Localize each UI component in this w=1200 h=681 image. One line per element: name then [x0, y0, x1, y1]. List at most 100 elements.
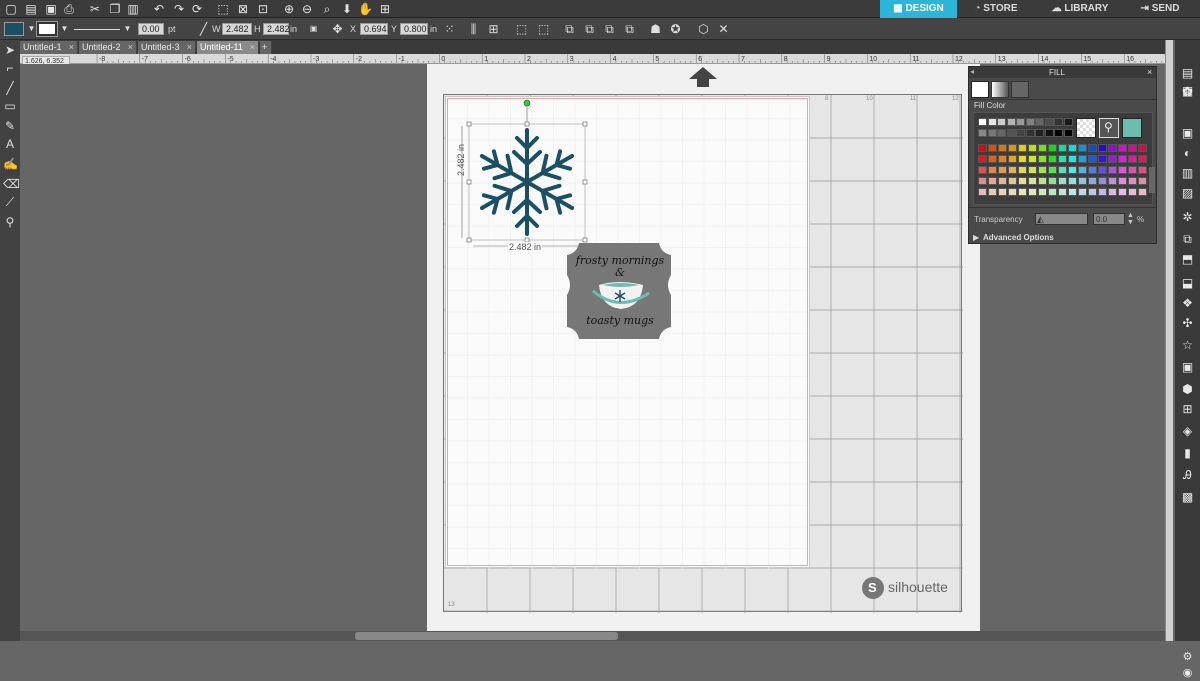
color-swatch[interactable]: [1018, 166, 1027, 174]
color-swatch[interactable]: [1118, 177, 1127, 185]
color-swatch[interactable]: [1138, 144, 1147, 152]
text-tool-icon[interactable]: A: [3, 136, 17, 152]
x-position-input[interactable]: 0.694: [360, 23, 388, 35]
color-swatch[interactable]: [987, 118, 997, 126]
color-swatch[interactable]: [1063, 118, 1073, 126]
color-swatch[interactable]: [1063, 129, 1073, 137]
transparency-slider[interactable]: ◭: [1035, 213, 1088, 225]
nesting-icon[interactable]: ⬢: [1180, 382, 1195, 397]
color-swatch[interactable]: [997, 118, 1006, 126]
chevron-down-icon[interactable]: ▼: [120, 22, 135, 36]
color-swatch[interactable]: [1128, 166, 1137, 174]
color-swatch[interactable]: [1048, 166, 1057, 174]
color-swatch[interactable]: [1048, 188, 1057, 196]
color-swatch[interactable]: [1108, 177, 1117, 185]
color-swatch[interactable]: [1035, 118, 1044, 126]
collapse-icon[interactable]: ◂: [970, 67, 974, 76]
color-swatch[interactable]: [1138, 155, 1147, 163]
color-swatch[interactable]: [998, 144, 1007, 152]
color-swatch[interactable]: [1044, 118, 1054, 126]
redo-icon[interactable]: ↷: [172, 2, 186, 16]
pattern-icon[interactable]: ▩: [1180, 490, 1195, 505]
pixscan-icon[interactable]: ◈: [1180, 424, 1195, 439]
color-swatch[interactable]: [1108, 188, 1117, 196]
color-swatch[interactable]: [1068, 188, 1077, 196]
close-icon[interactable]: ✕: [716, 22, 731, 36]
color-swatch[interactable]: [978, 188, 987, 196]
tab-untitled-1[interactable]: Untitled-1 ×: [20, 41, 78, 54]
transform-icon[interactable]: ▣: [1180, 126, 1195, 141]
color-swatch[interactable]: [1044, 129, 1054, 137]
color-swatch[interactable]: [1088, 144, 1097, 152]
close-icon[interactable]: ×: [128, 41, 133, 54]
snowflake-selection[interactable]: [455, 98, 595, 258]
nav-send-tab[interactable]: ⇥ SEND: [1122, 0, 1198, 18]
color-swatch[interactable]: [1008, 155, 1017, 163]
nav-design-tab[interactable]: ▦ DESIGN: [880, 0, 957, 18]
close-icon[interactable]: ×: [187, 41, 192, 54]
line-width-input[interactable]: 0.00: [138, 23, 164, 35]
align-icon[interactable]: ⫼: [466, 22, 481, 36]
color-swatch[interactable]: [1078, 188, 1087, 196]
color-swatch[interactable]: [1058, 177, 1067, 185]
color-swatch[interactable]: [1068, 155, 1077, 163]
offset-icon[interactable]: ▨: [1180, 186, 1195, 201]
color-swatch[interactable]: [1028, 155, 1037, 163]
color-swatch[interactable]: [1058, 188, 1067, 196]
color-swatch[interactable]: [1138, 188, 1147, 196]
color-swatch[interactable]: [1058, 144, 1067, 152]
color-swatch[interactable]: [978, 177, 987, 185]
color-swatch[interactable]: [1028, 144, 1037, 152]
color-swatch[interactable]: [978, 129, 987, 137]
width-input[interactable]: 2.482: [222, 23, 252, 35]
color-swatch[interactable]: [1108, 144, 1117, 152]
color-swatch[interactable]: [1078, 177, 1087, 185]
bring-forward-icon[interactable]: ⧉: [602, 22, 617, 36]
page-setup-icon[interactable]: ▤: [1180, 66, 1195, 81]
line-tool-icon[interactable]: ╱: [3, 80, 17, 96]
scrollbar-thumb[interactable]: [355, 632, 618, 640]
new-file-icon[interactable]: ▢: [4, 2, 18, 16]
contrast-icon[interactable]: ◐: [1180, 146, 1195, 161]
zoom-selection-icon[interactable]: ⌕: [320, 2, 334, 16]
color-swatch[interactable]: [1068, 144, 1077, 152]
color-swatch[interactable]: [988, 188, 997, 196]
edit-points-icon[interactable]: ⌐: [3, 60, 17, 76]
save-icon[interactable]: ▣: [44, 2, 58, 16]
rectangle-tool-icon[interactable]: ▭: [3, 98, 17, 114]
color-swatch[interactable]: [1078, 155, 1087, 163]
color-swatch[interactable]: [1038, 155, 1047, 163]
help-icon[interactable]: ◉: [1180, 666, 1195, 681]
color-swatch[interactable]: [1068, 177, 1077, 185]
line-color-swatch[interactable]: [36, 21, 58, 37]
expand-arrow-icon[interactable]: ▶: [973, 233, 979, 242]
font-icon[interactable]: Ꭿ: [1180, 468, 1195, 483]
color-swatch[interactable]: [1098, 188, 1107, 196]
color-swatch[interactable]: [978, 144, 987, 152]
color-swatch[interactable]: [987, 129, 997, 137]
current-color-swatch[interactable]: [1122, 118, 1142, 138]
nav-store-tab[interactable]: ◔ STORE: [960, 0, 1032, 18]
arrange-back-icon[interactable]: ⧉: [582, 22, 597, 36]
color-swatch[interactable]: [1008, 144, 1017, 152]
fill-bucket-icon[interactable]: ▣: [1180, 360, 1195, 375]
color-swatch[interactable]: [1098, 155, 1107, 163]
trace-icon[interactable]: ⬒: [1180, 252, 1195, 267]
advanced-options-toggle[interactable]: Advanced Options: [983, 233, 1054, 242]
pencil-tool-icon[interactable]: ✎: [3, 118, 17, 134]
deselect-icon[interactable]: ⊠: [236, 2, 250, 16]
lock-aspect-icon[interactable]: ▣: [306, 22, 321, 36]
color-swatch[interactable]: [1008, 177, 1017, 185]
color-swatch[interactable]: [1088, 155, 1097, 163]
color-swatch[interactable]: [1035, 129, 1044, 137]
ungroup-icon[interactable]: ⬚: [536, 22, 551, 36]
close-icon[interactable]: ×: [250, 41, 255, 54]
color-swatch[interactable]: [1048, 144, 1057, 152]
cut-icon[interactable]: ✂: [88, 2, 102, 16]
color-swatch[interactable]: [1028, 188, 1037, 196]
tab-untitled-2[interactable]: Untitled-2 ×: [79, 41, 137, 54]
slider-handle-icon[interactable]: ◭: [1037, 214, 1044, 225]
color-swatch[interactable]: [1018, 177, 1027, 185]
color-swatch[interactable]: [978, 166, 987, 174]
color-swatch[interactable]: [1058, 155, 1067, 163]
